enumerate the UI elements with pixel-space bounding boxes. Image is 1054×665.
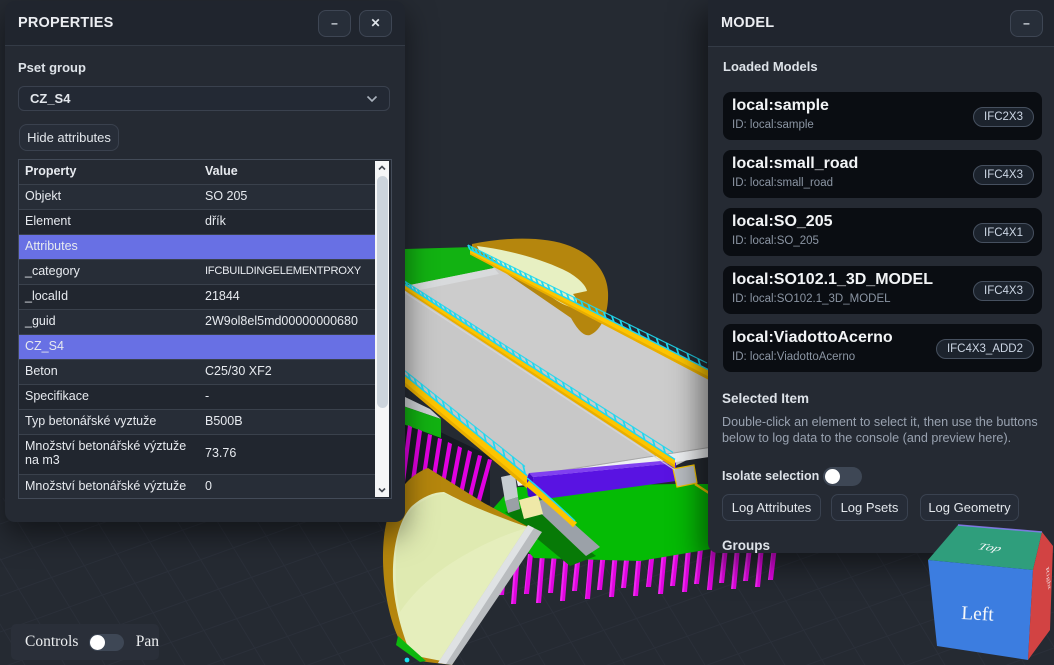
svg-text:Left: Left <box>961 603 995 626</box>
